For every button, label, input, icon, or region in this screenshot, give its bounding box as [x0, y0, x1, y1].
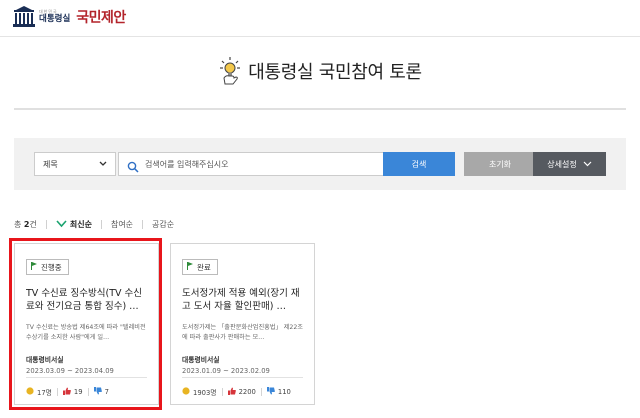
sort-option-participation[interactable]: 참여순 — [111, 219, 133, 230]
sort-option-latest[interactable]: 최신순 — [56, 219, 92, 230]
thumbs-up-icon — [227, 387, 236, 397]
top-header: 대한민국 대통령실 국민제안 — [0, 0, 640, 37]
page-title: 대통령실 국민참여 토론 — [248, 62, 422, 83]
card-description: 도서정가제는 「출판문화산업진흥법」 제22조에 따라 출판사가 판매하는 모… — [182, 324, 303, 341]
likes-stat[interactable]: 19 — [62, 387, 83, 397]
reset-button[interactable]: 초기화 — [464, 152, 536, 176]
card-date-range: 2023.03.09 ~ 2023.04.09 — [26, 367, 114, 375]
divider — [100, 219, 102, 229]
card-author: 대통령비서실 — [26, 356, 64, 364]
flag-icon — [187, 262, 193, 272]
coin-icon — [182, 387, 190, 397]
thumbs-down-icon — [266, 387, 275, 397]
brand-title: 국민제안 — [76, 10, 126, 26]
sort-option-empathy[interactable]: 공감순 — [152, 219, 174, 230]
status-badge: 진행중 — [26, 259, 69, 275]
sort-bar: 총 2건 최신순 참여순 공감순 — [14, 217, 174, 231]
participants-stat: 1903명 — [182, 387, 217, 397]
site-logo[interactable]: 대한민국 대통령실 국민제안 — [12, 6, 126, 28]
card-author: 대통령비서실 — [182, 356, 220, 364]
hero-section: 대통령실 국민참여 토론 — [14, 38, 626, 110]
card-description: TV 수신료는 방송법 제64조에 따라 "텔레비전수상기를 소지한 사람"에게… — [26, 324, 146, 341]
flag-icon — [31, 262, 37, 272]
advanced-settings-label: 상세설정 — [547, 159, 577, 169]
dislikes-stat[interactable]: 7 — [93, 387, 109, 397]
logo-main-text: 대통령실 — [39, 14, 71, 25]
lightbulb-hand-icon — [218, 56, 242, 86]
advanced-settings-button[interactable]: 상세설정 — [533, 152, 606, 176]
debate-card[interactable]: 진행중 TV 수신료 징수방식(TV 수신료와 전기요금 통합 징수) … TV… — [14, 243, 159, 405]
thumbs-down-icon — [93, 387, 102, 397]
participants-stat: 17명 — [26, 387, 52, 397]
check-icon — [56, 220, 67, 228]
thumbs-up-icon — [62, 387, 71, 397]
debate-card[interactable]: 완료 도서정가제 적용 예외(장기 재고 도서 자율 할인판매) … 도서정가제… — [170, 243, 315, 405]
divider — [45, 219, 47, 229]
chevron-down-icon — [583, 160, 592, 169]
likes-stat[interactable]: 2200 — [227, 387, 256, 397]
search-box — [118, 152, 392, 176]
card-title: TV 수신료 징수방식(TV 수신료와 전기요금 통합 징수) … — [26, 288, 143, 312]
search-panel: 제목 검색 초기화 상세설정 — [14, 138, 626, 190]
presidential-emblem-icon — [12, 6, 36, 28]
search-icon — [127, 158, 139, 173]
card-stats: 17명 19 7 — [26, 377, 147, 397]
result-count: 총 2건 — [14, 219, 37, 229]
status-badge: 완료 — [182, 259, 218, 275]
card-title: 도서정가제 적용 예외(장기 재고 도서 자율 할인판매) … — [182, 288, 300, 312]
card-date-range: 2023.01.09 ~ 2023.02.09 — [182, 367, 270, 375]
search-field-selected: 제목 — [43, 159, 58, 169]
coin-icon — [26, 387, 34, 397]
card-stats: 1903명 2200 110 — [182, 377, 303, 397]
search-input[interactable] — [145, 159, 385, 169]
dislikes-stat[interactable]: 110 — [266, 387, 291, 397]
chevron-down-icon — [99, 160, 107, 169]
search-button[interactable]: 검색 — [383, 152, 455, 176]
search-field-select[interactable]: 제목 — [34, 152, 116, 176]
divider — [142, 219, 144, 229]
